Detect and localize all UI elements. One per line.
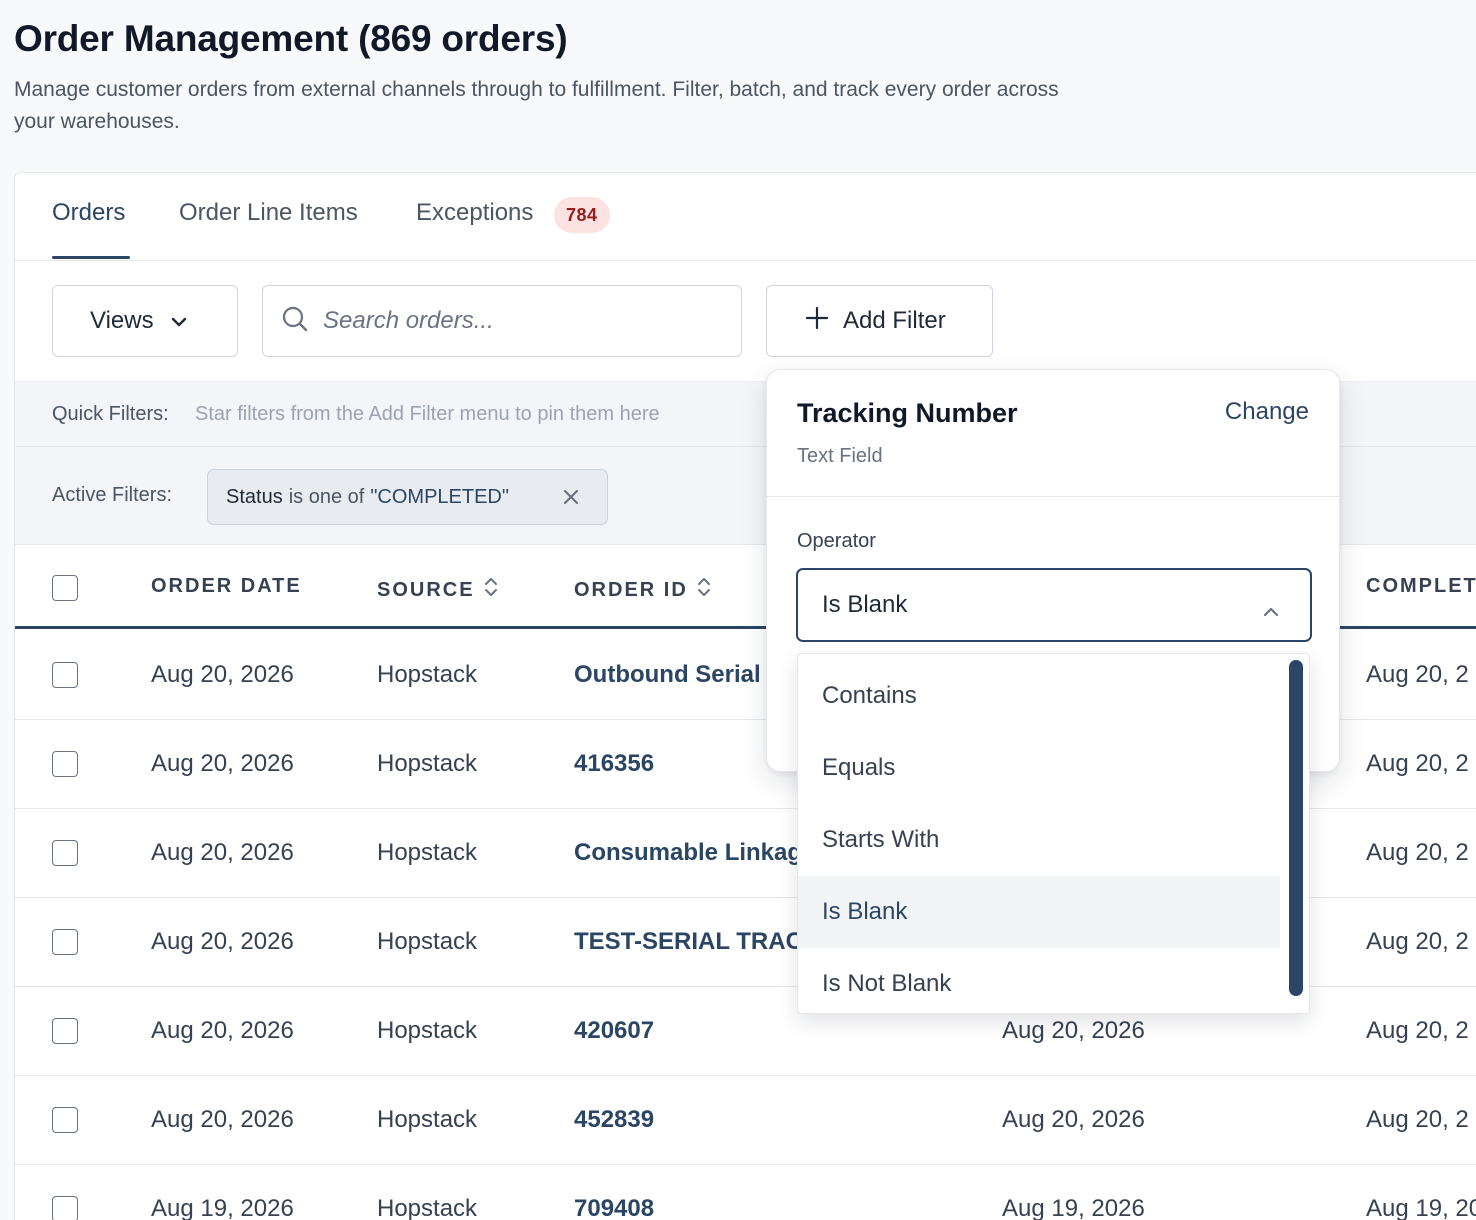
order-date-cell: Aug 20, 2026 [151, 928, 294, 955]
source-cell: Hopstack [377, 1106, 478, 1133]
operator-option-is-blank[interactable]: Is Blank [798, 876, 1280, 948]
column-order-date-label: ORDER DATE [151, 575, 302, 597]
operator-select[interactable]: Is Blank [796, 568, 1312, 642]
chevron-up-icon [1262, 597, 1280, 625]
column-order-id[interactable]: ORDER ID [574, 575, 712, 605]
column-completed[interactable]: COMPLET [1366, 575, 1476, 598]
sort-icon [483, 575, 499, 605]
active-filters-label: Active Filters: [52, 484, 173, 506]
row-checkbox[interactable] [52, 840, 78, 866]
add-filter-button[interactable]: Add Filter [766, 285, 993, 357]
completed-date-cell: Aug 20, 2 [1366, 928, 1469, 955]
date-cell: Aug 20, 2026 [1002, 1017, 1145, 1044]
search-icon [281, 305, 309, 338]
filter-field-title: Tracking Number [797, 398, 1018, 428]
views-button[interactable]: Views [52, 285, 238, 357]
chip-value: "COMPLETED" [370, 485, 509, 508]
remove-filter-icon[interactable] [561, 487, 581, 507]
source-cell: Hopstack [377, 1017, 478, 1044]
row-checkbox[interactable] [52, 662, 78, 688]
column-completed-label: COMPLET [1366, 575, 1476, 597]
row-checkbox[interactable] [52, 1018, 78, 1044]
source-cell: Hopstack [377, 750, 478, 777]
sort-icon [696, 575, 712, 605]
search-box [262, 285, 742, 357]
row-checkbox[interactable] [52, 1107, 78, 1133]
tab-exceptions[interactable]: Exceptions [416, 199, 533, 227]
operator-option-starts-with[interactable]: Starts With [798, 804, 1280, 876]
tab-bar: Orders Order Line Items Exceptions 784 [15, 173, 1476, 261]
row-checkbox[interactable] [52, 929, 78, 955]
chip-field: Status [226, 485, 283, 508]
order-date-cell: Aug 20, 2026 [151, 1017, 294, 1044]
table-row[interactable]: Aug 19, 2026 Hopstack 709408 Aug 19, 2026 Au… [15, 1165, 1476, 1220]
add-filter-label: Add Filter [843, 307, 946, 334]
completed-date-cell: Aug 20, 2 [1366, 1017, 1469, 1044]
operator-option-contains[interactable]: Contains [798, 660, 1280, 732]
select-all-checkbox[interactable] [52, 575, 78, 601]
filter-field-type: Text Field [797, 445, 883, 467]
plus-icon [805, 306, 829, 337]
order-date-cell: Aug 19, 2026 [151, 1195, 294, 1220]
completed-date-cell: Aug 20, 2 [1366, 839, 1469, 866]
search-input[interactable] [323, 307, 703, 335]
completed-date-cell: Aug 20, 2 [1366, 661, 1469, 688]
order-id-link[interactable]: 420607 [574, 1017, 654, 1045]
quick-filters-hint: Star filters from the Add Filter menu to… [195, 403, 660, 425]
row-checkbox[interactable] [52, 751, 78, 777]
date-cell: Aug 19, 2026 [1002, 1195, 1145, 1220]
source-cell: Hopstack [377, 839, 478, 866]
column-source-label: SOURCE [377, 578, 475, 601]
operator-option-equals[interactable]: Equals [798, 732, 1280, 804]
operator-dropdown-list: Contains Equals Starts With Is Blank Is … [797, 653, 1310, 1014]
active-tab-indicator [52, 256, 130, 259]
order-id-link[interactable]: Consumable Linkag [574, 839, 802, 867]
order-date-cell: Aug 20, 2026 [151, 839, 294, 866]
table-row[interactable]: Aug 20, 2026 Hopstack 452839 Aug 20, 2026 Au… [15, 1076, 1476, 1165]
page-title: Order Management (869 orders) [14, 18, 568, 59]
order-id-link[interactable]: TEST-SERIAL TRAC [574, 928, 803, 956]
column-order-id-label: ORDER ID [574, 578, 688, 601]
column-source[interactable]: SOURCE [377, 575, 499, 605]
dropdown-scrollbar[interactable] [1289, 660, 1303, 996]
operator-option-is-not-blank[interactable]: Is Not Blank [798, 948, 1280, 1013]
completed-date-cell: Aug 19, 20 [1366, 1195, 1476, 1220]
order-id-link[interactable]: 416356 [574, 750, 654, 778]
operator-label: Operator [797, 530, 876, 552]
chevron-down-icon [170, 307, 188, 335]
order-date-cell: Aug 20, 2026 [151, 750, 294, 777]
popover-divider [767, 496, 1339, 497]
tab-orders[interactable]: Orders [52, 199, 125, 227]
row-checkbox[interactable] [52, 1196, 78, 1220]
order-id-link[interactable]: 452839 [574, 1106, 654, 1134]
source-cell: Hopstack [377, 928, 478, 955]
completed-date-cell: Aug 20, 2 [1366, 750, 1469, 777]
change-field-link[interactable]: Change [1225, 398, 1309, 426]
views-label: Views [90, 307, 154, 334]
page-description: Manage customer orders from external cha… [14, 78, 1059, 133]
order-id-link[interactable]: 709408 [574, 1195, 654, 1220]
order-date-cell: Aug 20, 2026 [151, 661, 294, 688]
exceptions-count-badge: 784 [554, 197, 610, 233]
chip-operator: is one of [288, 485, 365, 508]
active-filter-chip[interactable]: Status is one of "COMPLETED" [207, 469, 608, 525]
order-id-link[interactable]: Outbound Serial [574, 661, 761, 689]
quick-filters-label: Quick Filters: [52, 403, 169, 425]
tab-order-line-items[interactable]: Order Line Items [179, 199, 358, 227]
completed-date-cell: Aug 20, 2 [1366, 1106, 1469, 1133]
source-cell: Hopstack [377, 661, 478, 688]
date-cell: Aug 20, 2026 [1002, 1106, 1145, 1133]
source-cell: Hopstack [377, 1195, 478, 1220]
operator-selected-value: Is Blank [822, 591, 908, 618]
order-date-cell: Aug 20, 2026 [151, 1106, 294, 1133]
column-order-date[interactable]: ORDER DATE [151, 575, 302, 598]
